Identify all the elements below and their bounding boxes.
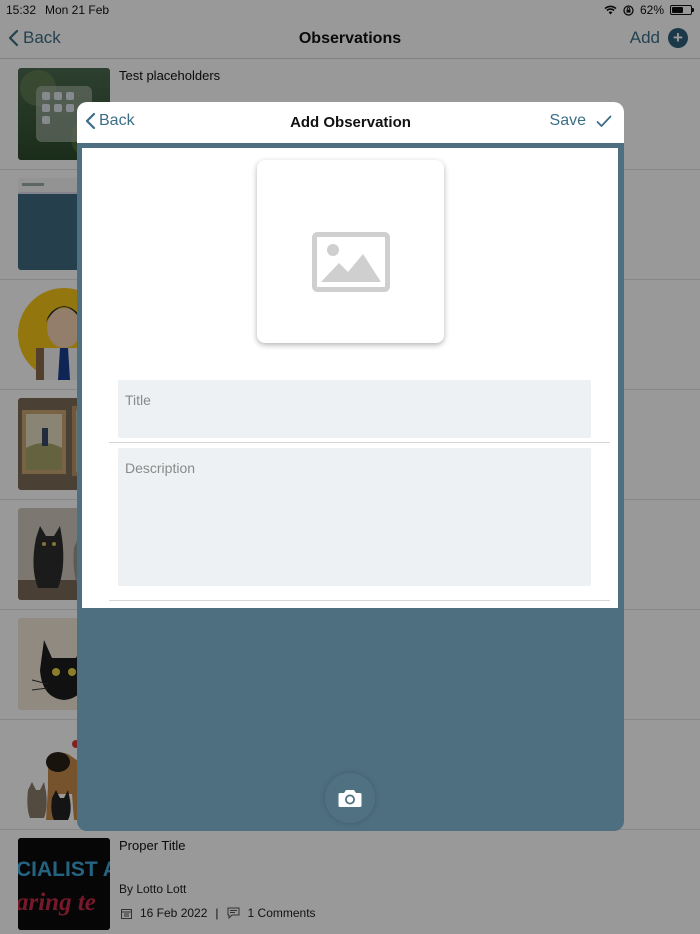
- image-picker[interactable]: [257, 160, 444, 343]
- divider: [109, 442, 610, 443]
- modal-title: Add Observation: [290, 114, 411, 131]
- camera-button[interactable]: [325, 773, 375, 823]
- save-label: Save: [549, 112, 586, 129]
- description-field[interactable]: Description: [118, 448, 591, 586]
- image-placeholder-icon: [312, 232, 390, 292]
- modal-header: Back Add Observation Save: [77, 102, 624, 143]
- camera-icon: [338, 790, 362, 807]
- observation-form: Title Description: [82, 148, 618, 608]
- divider: [109, 600, 610, 601]
- save-button[interactable]: Save: [550, 112, 612, 130]
- title-field[interactable]: Title: [118, 380, 591, 438]
- add-observation-modal: Back Add Observation Save Title Descript…: [77, 102, 624, 831]
- checkmark-icon: [596, 115, 612, 127]
